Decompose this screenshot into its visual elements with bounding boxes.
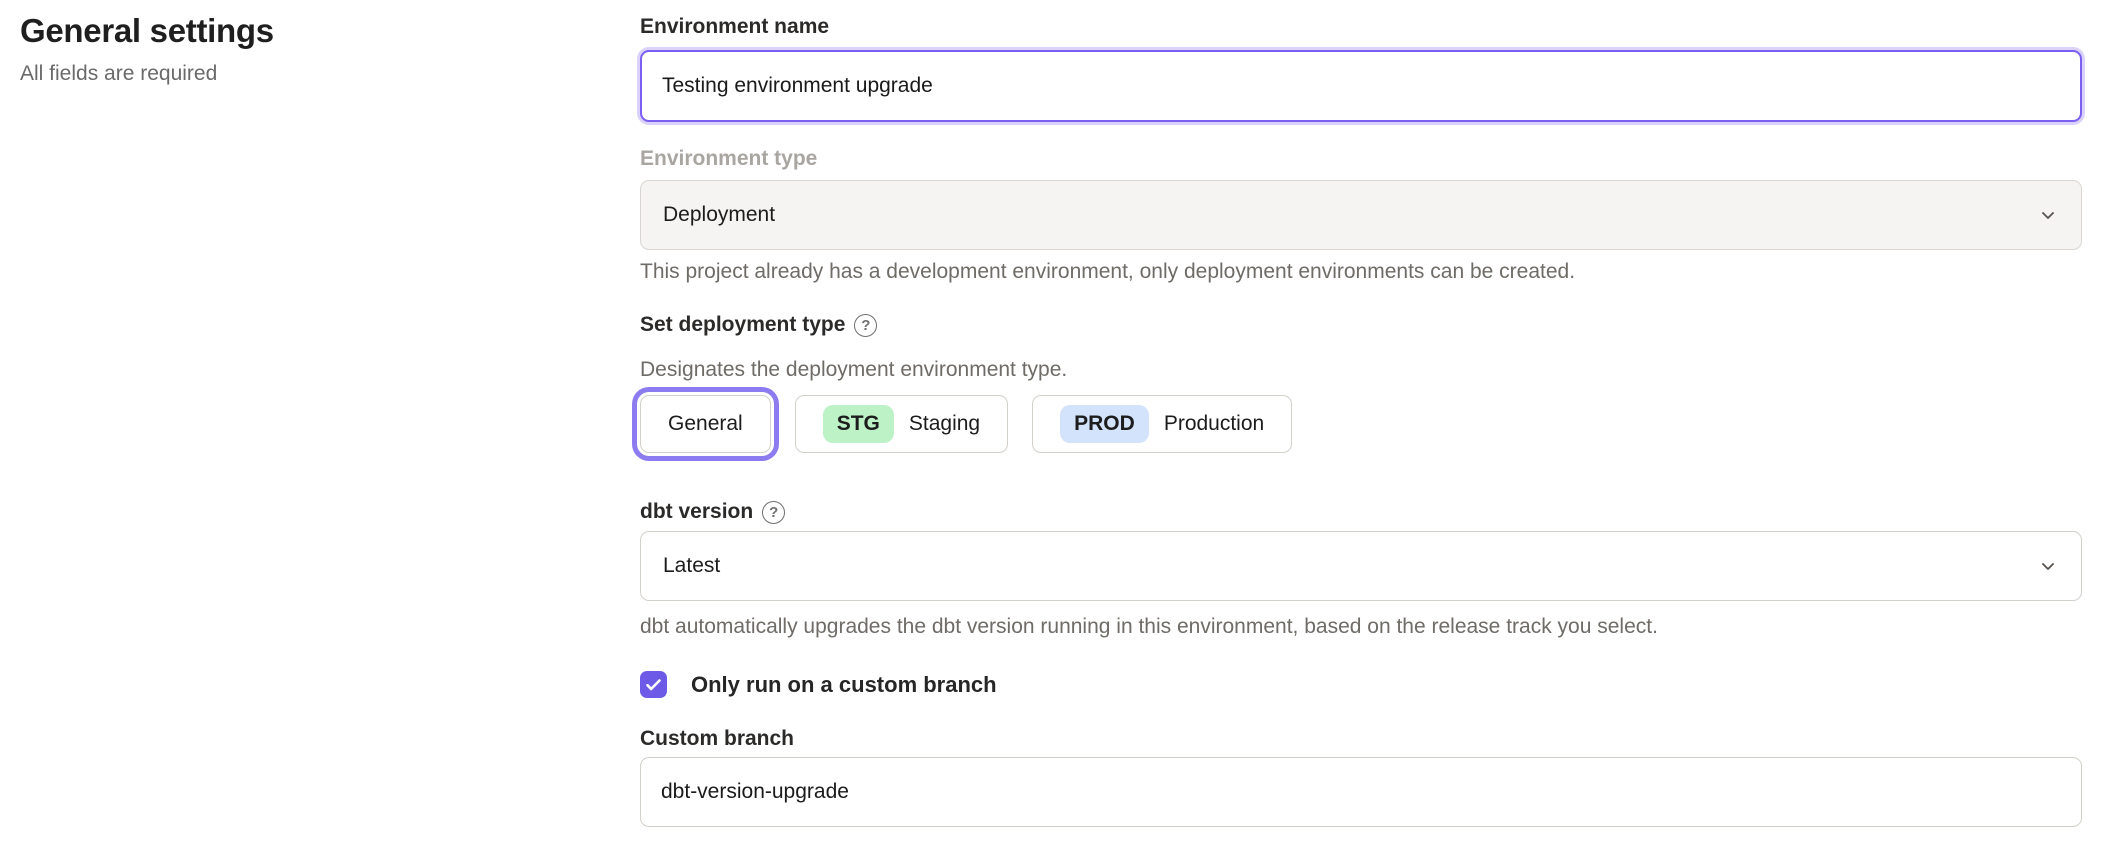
deployment-type-staging-label: Staging <box>909 412 980 436</box>
deployment-type-helper: Designates the deployment environment ty… <box>640 357 2082 383</box>
help-icon[interactable] <box>854 314 877 337</box>
help-icon[interactable] <box>762 501 785 524</box>
dbt-version-label: dbt version <box>640 499 753 525</box>
environment-name-label: Environment name <box>640 14 2082 40</box>
custom-branch-checkbox[interactable] <box>640 671 667 698</box>
dbt-version-select[interactable]: Latest <box>640 531 2082 601</box>
environment-type-select[interactable]: Deployment <box>640 180 2082 250</box>
custom-branch-input[interactable] <box>640 757 2082 827</box>
page-title: General settings <box>20 12 580 50</box>
environment-type-label: Environment type <box>640 146 2082 172</box>
page-subtitle: All fields are required <box>20 62 580 86</box>
dbt-version-helper: dbt automatically upgrades the dbt versi… <box>640 614 2082 640</box>
custom-branch-toggle-label[interactable]: Only run on a custom branch <box>691 672 997 698</box>
deployment-type-production-button[interactable]: PROD Production <box>1032 395 1292 453</box>
deployment-type-general-button[interactable]: General <box>640 395 771 453</box>
settings-header: General settings All fields are required <box>20 12 580 86</box>
environment-type-helper: This project already has a development e… <box>640 259 2082 285</box>
environment-settings-form: Environment name Environment type Deploy… <box>640 14 2082 827</box>
deployment-type-label: Set deployment type <box>640 312 845 338</box>
environment-type-value: Deployment <box>663 203 775 227</box>
deployment-type-general-label: General <box>668 412 743 436</box>
staging-badge: STG <box>823 405 894 443</box>
checkmark-icon <box>646 679 661 691</box>
deployment-type-options: General STG Staging PROD Production <box>640 395 2082 453</box>
dbt-version-value: Latest <box>663 554 720 578</box>
deployment-type-staging-button[interactable]: STG Staging <box>795 395 1008 453</box>
deployment-type-production-label: Production <box>1164 412 1264 436</box>
custom-branch-label: Custom branch <box>640 726 2082 752</box>
chevron-down-icon <box>2037 204 2059 226</box>
environment-name-input[interactable] <box>640 50 2082 122</box>
production-badge: PROD <box>1060 405 1149 443</box>
chevron-down-icon <box>2037 555 2059 577</box>
custom-branch-toggle-row: Only run on a custom branch <box>640 671 2082 698</box>
